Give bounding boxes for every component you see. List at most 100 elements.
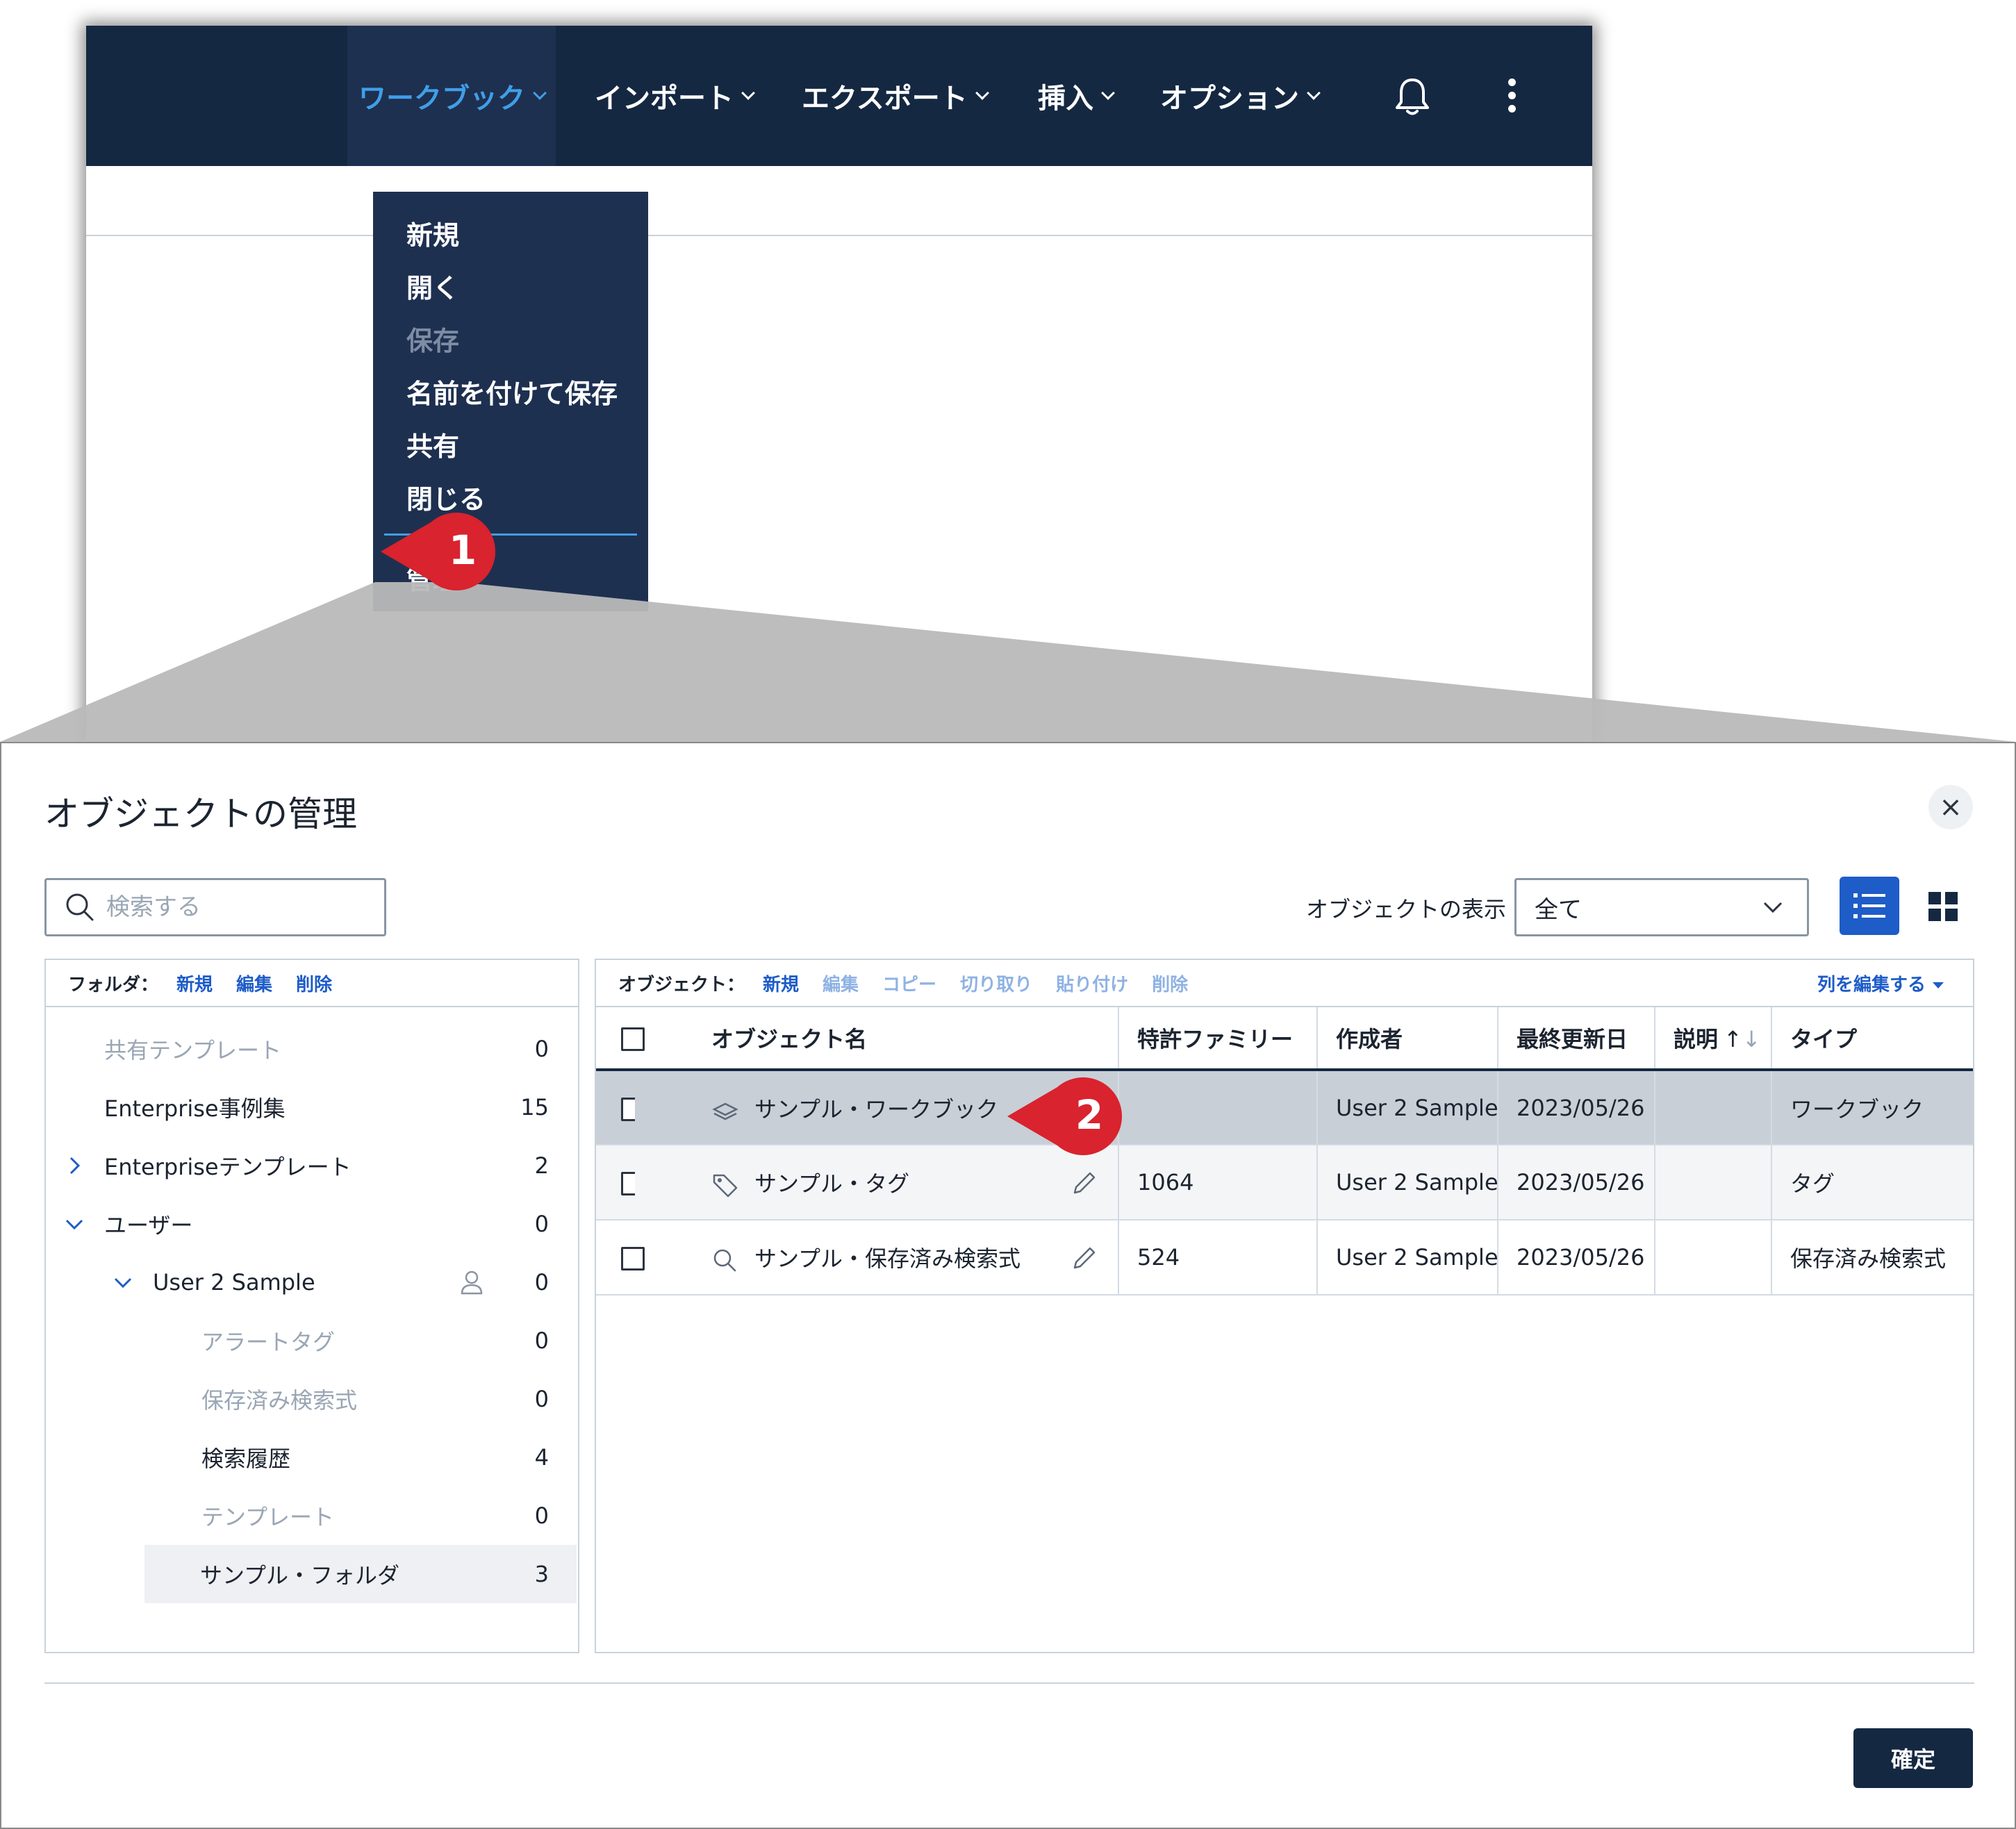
nav-export-menu[interactable]: エクスポート bbox=[802, 26, 989, 166]
workbook-icon bbox=[712, 1102, 738, 1120]
folder-item-shared-templates[interactable]: 共有テンプレート 0 bbox=[47, 1020, 577, 1078]
pencil-icon[interactable] bbox=[1071, 1170, 1097, 1197]
object-name[interactable]: サンプル・ワークブック bbox=[754, 1096, 998, 1123]
callout-step-1: 1 bbox=[381, 508, 506, 595]
nav-import-menu[interactable]: インポート bbox=[595, 26, 755, 166]
more-options-icon[interactable] bbox=[1503, 78, 1520, 117]
folder-item-alert-tags[interactable]: アラートタグ 0 bbox=[47, 1311, 577, 1370]
folder-item-search-history[interactable]: 検索履歴 4 bbox=[47, 1428, 577, 1487]
select-all-checkbox[interactable] bbox=[621, 1027, 645, 1051]
menu-item-new[interactable]: 新規 bbox=[406, 214, 459, 252]
folder-count: 0 bbox=[534, 1211, 549, 1237]
folder-label: テンプレート bbox=[201, 1504, 335, 1530]
table-row[interactable]: サンプル・保存済み検索式 524 User 2 Sample 2023/05/2… bbox=[596, 1220, 1973, 1296]
folder-item-users[interactable]: ユーザー 0 bbox=[47, 1195, 577, 1253]
column-header-author[interactable]: 作成者 bbox=[1317, 1007, 1498, 1071]
table-row[interactable]: サンプル・ワークブック User 2 Sample 2023/05/26 ワーク… bbox=[596, 1070, 1973, 1145]
chevron-down-icon[interactable] bbox=[113, 1272, 133, 1293]
object-toolbar: オブジェクト： 新規 編集 コピー 切り取り 貼り付け 削除 列を編集する bbox=[596, 960, 1973, 1007]
folder-count: 4 bbox=[534, 1444, 549, 1471]
menu-item-open[interactable]: 開く bbox=[406, 267, 459, 305]
author-cell: User 2 Sample bbox=[1317, 1145, 1498, 1220]
folder-label: Enterprise事例集 bbox=[104, 1095, 286, 1122]
folder-item-saved-searches[interactable]: 保存済み検索式 0 bbox=[47, 1370, 577, 1428]
folder-item-enterprise-cases[interactable]: Enterprise事例集 15 bbox=[47, 1078, 577, 1136]
row-select-cell bbox=[596, 1145, 645, 1220]
column-header-last-updated[interactable]: 最終更新日 bbox=[1498, 1007, 1655, 1071]
close-icon: × bbox=[1939, 791, 1963, 823]
nav-workbook-menu[interactable]: ワークブック bbox=[347, 26, 556, 166]
grid-view-icon[interactable] bbox=[1928, 892, 1958, 921]
folder-count: 0 bbox=[534, 1386, 549, 1412]
table-header-row: オブジェクト名 特許ファミリー 作成者 最終更新日 説明 ↑↓ タイプ bbox=[596, 1007, 1973, 1071]
folder-count: 15 bbox=[520, 1094, 549, 1120]
folder-count: 2 bbox=[534, 1152, 549, 1179]
chevron-down-icon bbox=[1307, 86, 1321, 100]
object-display-value: 全て bbox=[1535, 895, 1582, 924]
object-name[interactable]: サンプル・保存済み検索式 bbox=[754, 1245, 1021, 1272]
last-updated-cell: 2023/05/26 bbox=[1498, 1145, 1655, 1220]
search-field[interactable] bbox=[44, 878, 386, 936]
search-icon bbox=[66, 893, 94, 921]
chevron-down-icon bbox=[741, 86, 755, 100]
folder-item-templates[interactable]: テンプレート 0 bbox=[47, 1487, 577, 1545]
chevron-right-icon[interactable] bbox=[64, 1155, 85, 1176]
close-button[interactable]: × bbox=[1928, 785, 1973, 829]
callout-step-1-label: 1 bbox=[449, 527, 477, 574]
object-display-select[interactable]: 全て bbox=[1514, 878, 1809, 936]
folder-label: 共有テンプレート bbox=[104, 1037, 282, 1064]
patent-family-cell bbox=[1118, 1070, 1318, 1145]
bell-icon[interactable] bbox=[1392, 76, 1432, 117]
column-header-name[interactable]: オブジェクト名 bbox=[635, 1007, 1119, 1071]
folder-panel: フォルダ： 新規 編集 削除 共有テンプレート 0 Enterprise事例集 … bbox=[44, 959, 579, 1653]
menu-item-save: 保存 bbox=[406, 326, 460, 356]
last-updated-cell: 2023/05/26 bbox=[1498, 1220, 1655, 1296]
column-header-type[interactable]: タイプ bbox=[1771, 1007, 1973, 1071]
search-input[interactable] bbox=[106, 893, 370, 921]
callout-step-2-label: 2 bbox=[1075, 1091, 1103, 1139]
folder-item-user-2-sample[interactable]: User 2 Sample 0 bbox=[47, 1253, 577, 1311]
nav-options-menu[interactable]: オプション bbox=[1160, 26, 1321, 166]
manage-objects-dialog: オブジェクトの管理 × オブジェクトの表示 全て フォルダ： 新規 編集 bbox=[0, 742, 2016, 1829]
table-row[interactable]: サンプル・タグ 1064 User 2 Sample 2023/05/26 タグ bbox=[596, 1145, 1973, 1220]
description-cell bbox=[1655, 1070, 1772, 1145]
object-paste-link: 貼り付け bbox=[1056, 974, 1129, 995]
object-new-link[interactable]: 新規 bbox=[763, 970, 799, 996]
chevron-down-icon[interactable] bbox=[64, 1214, 85, 1234]
menu-item-save-as[interactable]: 名前を付けて保存 bbox=[406, 372, 618, 411]
folder-label: 検索履歴 bbox=[201, 1446, 291, 1472]
object-name[interactable]: サンプル・タグ bbox=[754, 1170, 909, 1197]
folder-label: ユーザー bbox=[104, 1212, 193, 1239]
top-navbar: ワークブック インポート エクスポート 挿入 オプション bbox=[86, 26, 1592, 166]
name-cell: サンプル・保存済み検索式 bbox=[635, 1220, 1119, 1296]
nav-export-label: エクスポート bbox=[802, 83, 968, 115]
description-cell bbox=[1655, 1145, 1772, 1220]
column-header-description[interactable]: 説明 ↑↓ bbox=[1655, 1007, 1772, 1071]
type-cell: ワークブック bbox=[1771, 1070, 1973, 1145]
nav-import-label: インポート bbox=[595, 83, 734, 115]
folder-new-link[interactable]: 新規 bbox=[176, 970, 213, 996]
patent-family-cell: 1064 bbox=[1118, 1145, 1318, 1220]
search-icon bbox=[713, 1249, 736, 1272]
folder-edit-link[interactable]: 編集 bbox=[236, 970, 272, 996]
object-copy-link: コピー bbox=[882, 974, 937, 995]
list-view-button[interactable] bbox=[1840, 877, 1899, 935]
edit-columns-link[interactable]: 列を編集する bbox=[1817, 970, 1944, 996]
select-all-cell bbox=[596, 1007, 645, 1071]
footer-divider bbox=[44, 1682, 1974, 1684]
folder-delete-link[interactable]: 削除 bbox=[296, 970, 332, 996]
chevron-down-icon bbox=[533, 86, 547, 100]
folder-count: 0 bbox=[534, 1036, 549, 1062]
pencil-icon[interactable] bbox=[1071, 1245, 1097, 1272]
description-cell bbox=[1655, 1220, 1772, 1296]
column-header-patent-family[interactable]: 特許ファミリー bbox=[1118, 1007, 1318, 1071]
chevron-down-icon bbox=[975, 86, 989, 100]
folder-toolbar: フォルダ： 新規 編集 削除 bbox=[46, 960, 578, 1007]
menu-item-share[interactable]: 共有 bbox=[406, 425, 459, 463]
folder-item-enterprise-templates[interactable]: Enterpriseテンプレート 2 bbox=[47, 1136, 577, 1195]
list-icon bbox=[1853, 893, 1885, 918]
folder-item-sample-folder[interactable]: サンプル・フォルダ 3 bbox=[144, 1545, 577, 1603]
nav-insert-menu[interactable]: 挿入 bbox=[1038, 26, 1115, 166]
callout-step-2: 2 bbox=[1007, 1073, 1132, 1159]
confirm-button[interactable]: 確定 bbox=[1853, 1728, 1973, 1788]
